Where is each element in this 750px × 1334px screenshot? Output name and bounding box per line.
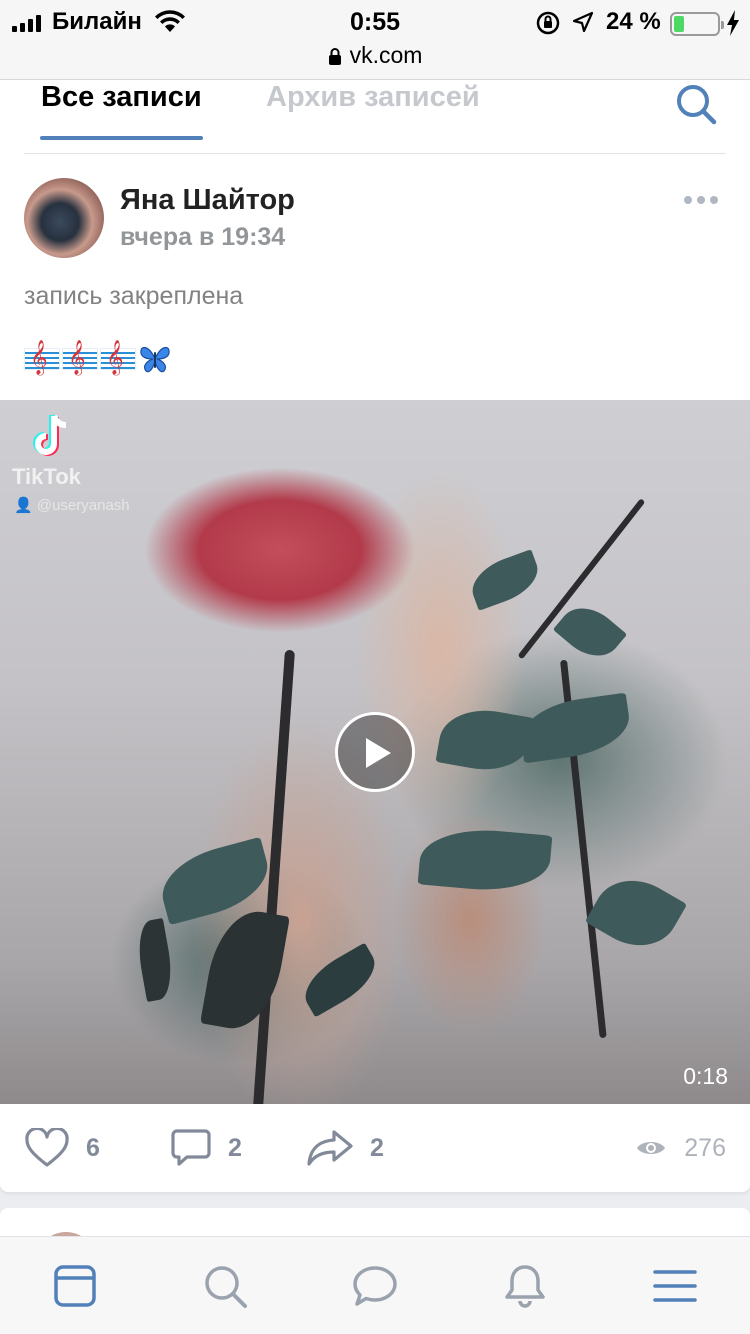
url-text: vk.com	[349, 42, 423, 68]
avatar[interactable]	[24, 178, 104, 258]
leaf	[295, 942, 385, 1018]
tiktok-logo-icon	[33, 414, 67, 456]
share-count: 2	[370, 1133, 384, 1162]
views-count: 276	[684, 1133, 726, 1162]
musical-score-emoji: 𝄞	[100, 341, 136, 375]
leaf	[584, 864, 688, 962]
orientation-lock-icon	[536, 11, 560, 35]
leaf	[417, 824, 553, 896]
post-card: Все записи Архив записей Яна Шайтор вчер…	[0, 80, 750, 1192]
search-icon[interactable]	[674, 82, 718, 126]
post-time[interactable]: вчера в 19:34	[120, 223, 285, 252]
play-button[interactable]	[335, 712, 415, 792]
tab-all-posts-label: Все записи	[41, 81, 202, 113]
heart-icon	[25, 1128, 69, 1167]
search-icon[interactable]	[202, 1263, 248, 1309]
messages-icon[interactable]	[352, 1263, 398, 1309]
tiktok-label: TikTok	[12, 464, 81, 489]
leaf	[516, 692, 634, 764]
more-options-icon[interactable]	[684, 194, 718, 206]
post-text: 𝄞 𝄞 𝄞	[24, 341, 172, 376]
charging-icon	[727, 10, 739, 36]
location-icon	[572, 11, 594, 33]
comment-button[interactable]: 2	[170, 1126, 242, 1170]
active-tab-indicator	[40, 136, 203, 140]
battery-percent: 24 %	[606, 8, 661, 35]
status-bar: Билайн 0:55 24 % vk.com	[0, 0, 750, 80]
user-icon: 👤	[14, 497, 37, 514]
post-actions: 6 2 2 276	[0, 1104, 750, 1192]
menu-icon[interactable]	[652, 1263, 698, 1309]
notifications-icon[interactable]	[502, 1263, 548, 1309]
butterfly-emoji	[140, 346, 170, 373]
battery-fill	[674, 16, 684, 32]
share-button[interactable]: 2	[306, 1126, 384, 1170]
leaf	[133, 918, 177, 1002]
address-bar[interactable]: vk.com	[0, 42, 750, 69]
play-icon	[366, 738, 391, 768]
leaf	[435, 702, 535, 778]
leaf	[200, 904, 290, 1036]
post-header: Яна Шайтор вчера в 19:34	[24, 178, 726, 258]
tiktok-username: 👤 @useryanash	[14, 497, 130, 514]
leaf	[552, 595, 628, 669]
like-count: 6	[86, 1133, 100, 1162]
musical-score-emoji: 𝄞	[24, 341, 60, 375]
tab-archive[interactable]: Архив записей	[266, 80, 480, 114]
news-icon[interactable]	[52, 1263, 98, 1309]
video-duration: 0:18	[683, 1063, 728, 1089]
pinned-label: запись закреплена	[24, 282, 244, 310]
tiktok-watermark: TikTok 👤 @useryanash	[12, 410, 142, 520]
video-player[interactable]: TikTok 👤 @useryanash 0:18	[0, 400, 750, 1104]
leaf	[465, 549, 545, 611]
comment-count: 2	[228, 1133, 242, 1162]
views-counter: 276	[636, 1126, 726, 1170]
lock-icon	[328, 48, 341, 65]
comment-icon	[171, 1129, 211, 1166]
like-button[interactable]: 6	[24, 1126, 100, 1170]
bottom-navigation	[0, 1236, 750, 1334]
share-icon	[307, 1130, 353, 1166]
tab-all-posts[interactable]: Все записи	[40, 80, 203, 140]
wall-tabs: Все записи Архив записей	[24, 80, 726, 154]
author-name[interactable]: Яна Шайтор	[120, 184, 295, 217]
musical-score-emoji: 𝄞	[62, 341, 98, 375]
eye-icon	[637, 1142, 666, 1154]
battery-icon	[670, 12, 724, 36]
